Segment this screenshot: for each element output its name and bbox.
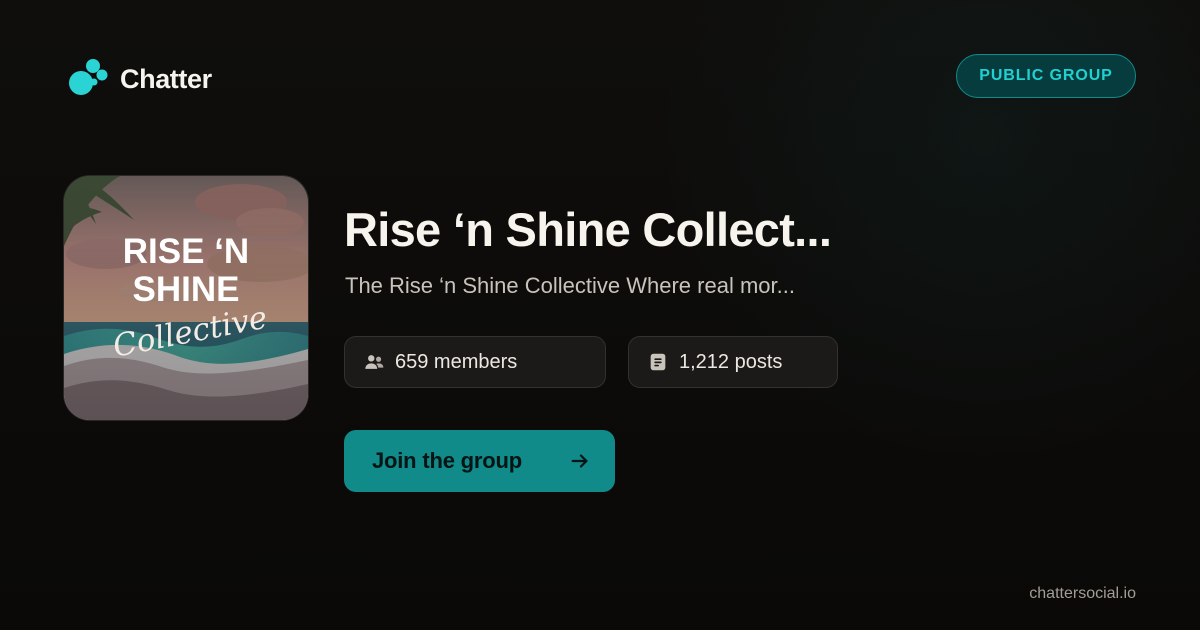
brand-name: Chatter <box>120 63 212 94</box>
arrow-right-icon <box>571 454 588 468</box>
public-group-badge: PUBLIC GROUP <box>956 54 1136 98</box>
group-cover-image: RISE ‘N SHINE Collective <box>64 176 308 420</box>
join-group-label: Join the group <box>372 448 522 473</box>
cover-title-line-1: RISE ‘N <box>123 232 249 271</box>
people-icon <box>365 355 384 369</box>
brand-logo[interactable]: Chatter <box>68 59 212 99</box>
document-icon <box>650 353 666 371</box>
group-title: Rise ‘n Shine Collect... <box>344 203 832 256</box>
join-group-button[interactable]: Join the group <box>344 430 615 492</box>
posts-stat: 1,212 posts <box>628 336 838 388</box>
posts-count: 1,212 posts <box>679 350 783 373</box>
group-description: The Rise ‘n Shine Collective Where real … <box>345 273 795 298</box>
members-stat: 659 members <box>344 336 606 388</box>
chatter-bubbles-icon <box>69 59 108 95</box>
share-card: Chatter PUBLIC GROUP RISE ‘N SHINE Colle… <box>0 0 1200 630</box>
footer-domain[interactable]: chattersocial.io <box>1029 585 1136 603</box>
members-count: 659 members <box>395 350 518 373</box>
cover-title-line-2: SHINE <box>133 270 240 309</box>
